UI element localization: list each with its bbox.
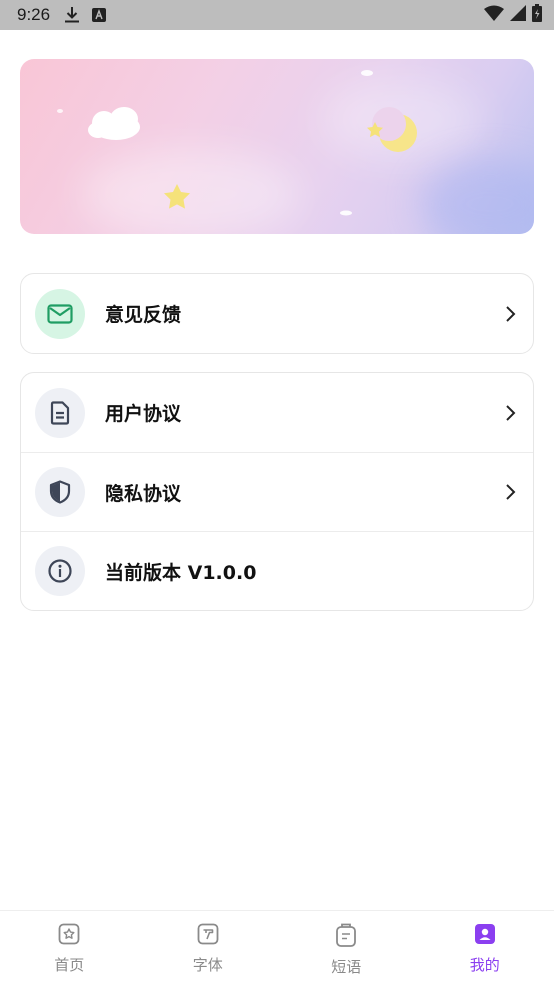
- tab-phrase[interactable]: 短语: [277, 911, 416, 984]
- tab-font[interactable]: 字体: [139, 911, 278, 984]
- battery-icon: [532, 3, 542, 27]
- phrase-icon: [334, 922, 358, 952]
- user-agreement-row[interactable]: 用户协议: [21, 373, 533, 452]
- tab-home[interactable]: 首页: [0, 911, 139, 984]
- version-label: 当前版本 V1.0.0: [105, 561, 257, 584]
- banner-illustration: [57, 70, 417, 216]
- font-icon: [196, 922, 220, 950]
- home-star-icon: [57, 922, 81, 950]
- tab-mine[interactable]: 我的: [416, 911, 554, 984]
- status-time: 9:26: [17, 5, 51, 24]
- wifi-icon: [484, 5, 504, 26]
- cloud-decoration: [88, 107, 140, 140]
- star-decoration: [164, 184, 190, 209]
- privacy-agreement-row[interactable]: 隐私协议: [21, 452, 533, 531]
- tab-font-label: 字体: [192, 956, 223, 974]
- signal-icon: [510, 4, 526, 26]
- tab-home-label: 首页: [54, 956, 85, 974]
- tab-phrase-label: 短语: [331, 958, 362, 976]
- user-agreement-label: 用户协议: [105, 403, 182, 425]
- chevron-right-icon: [505, 305, 517, 323]
- tab-mine-label: 我的: [469, 956, 500, 974]
- privacy-agreement-label: 隐私协议: [105, 482, 182, 505]
- chevron-right-icon: [505, 404, 517, 422]
- document-icon: [35, 387, 85, 438]
- feedback-label: 意见反馈: [105, 304, 182, 326]
- bottom-tab-bar: 首页 字体 短语 我的: [0, 910, 554, 984]
- download-icon: [64, 6, 80, 24]
- feedback-row[interactable]: 意见反馈: [21, 274, 533, 353]
- shield-icon: [35, 467, 85, 517]
- chevron-right-icon: [505, 483, 517, 501]
- info-icon: [35, 546, 85, 596]
- settings-card: 用户协议 隐私协议 当前版本 V1.0.0: [20, 372, 534, 611]
- status-bar: 9:26: [0, 0, 554, 30]
- profile-icon: [473, 922, 497, 950]
- version-row: 当前版本 V1.0.0: [21, 531, 533, 610]
- a-badge-icon: [92, 8, 107, 22]
- header-banner: [20, 59, 534, 234]
- mail-icon: [35, 288, 85, 339]
- feedback-card: 意见反馈: [20, 273, 534, 354]
